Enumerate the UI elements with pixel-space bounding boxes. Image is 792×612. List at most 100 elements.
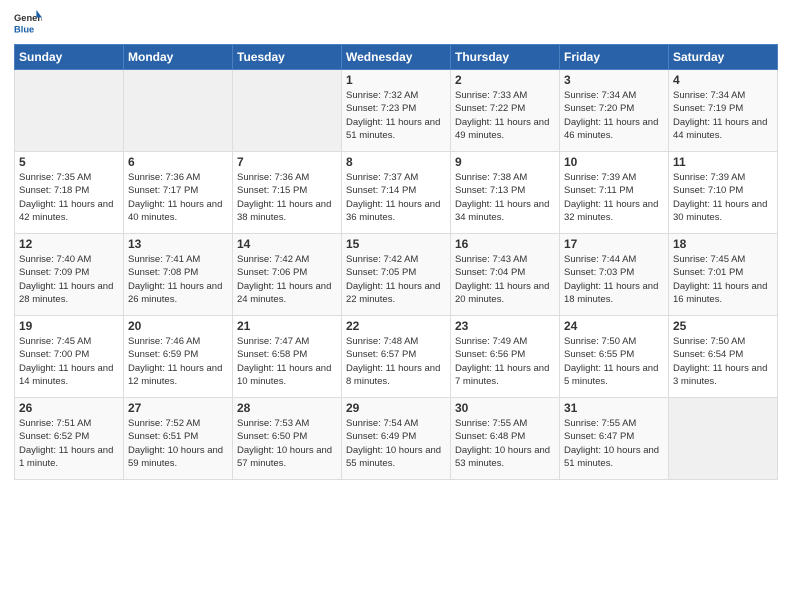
col-header-sunday: Sunday — [15, 45, 124, 70]
calendar-cell: 13 Sunrise: 7:41 AMSunset: 7:08 PMDaylig… — [124, 234, 233, 316]
calendar-cell — [124, 70, 233, 152]
day-info: Sunrise: 7:42 AMSunset: 7:06 PMDaylight:… — [237, 253, 337, 306]
logo: General Blue — [14, 10, 42, 38]
day-number: 18 — [673, 237, 773, 251]
day-info: Sunrise: 7:46 AMSunset: 6:59 PMDaylight:… — [128, 335, 228, 388]
day-info: Sunrise: 7:49 AMSunset: 6:56 PMDaylight:… — [455, 335, 555, 388]
calendar-cell: 1 Sunrise: 7:32 AMSunset: 7:23 PMDayligh… — [342, 70, 451, 152]
calendar-cell: 16 Sunrise: 7:43 AMSunset: 7:04 PMDaylig… — [451, 234, 560, 316]
day-info: Sunrise: 7:34 AMSunset: 7:20 PMDaylight:… — [564, 89, 664, 142]
calendar-cell: 24 Sunrise: 7:50 AMSunset: 6:55 PMDaylig… — [560, 316, 669, 398]
calendar-cell: 27 Sunrise: 7:52 AMSunset: 6:51 PMDaylig… — [124, 398, 233, 480]
calendar-cell: 19 Sunrise: 7:45 AMSunset: 7:00 PMDaylig… — [15, 316, 124, 398]
day-info: Sunrise: 7:50 AMSunset: 6:55 PMDaylight:… — [564, 335, 664, 388]
day-number: 29 — [346, 401, 446, 415]
calendar-cell — [233, 70, 342, 152]
day-number: 21 — [237, 319, 337, 333]
calendar-cell: 9 Sunrise: 7:38 AMSunset: 7:13 PMDayligh… — [451, 152, 560, 234]
calendar-cell: 28 Sunrise: 7:53 AMSunset: 6:50 PMDaylig… — [233, 398, 342, 480]
day-number: 25 — [673, 319, 773, 333]
calendar-cell: 7 Sunrise: 7:36 AMSunset: 7:15 PMDayligh… — [233, 152, 342, 234]
day-number: 28 — [237, 401, 337, 415]
day-info: Sunrise: 7:36 AMSunset: 7:17 PMDaylight:… — [128, 171, 228, 224]
col-header-friday: Friday — [560, 45, 669, 70]
day-number: 11 — [673, 155, 773, 169]
day-info: Sunrise: 7:39 AMSunset: 7:11 PMDaylight:… — [564, 171, 664, 224]
calendar-cell: 10 Sunrise: 7:39 AMSunset: 7:11 PMDaylig… — [560, 152, 669, 234]
day-number: 15 — [346, 237, 446, 251]
day-info: Sunrise: 7:42 AMSunset: 7:05 PMDaylight:… — [346, 253, 446, 306]
logo-icon: General Blue — [14, 10, 42, 38]
calendar-cell: 8 Sunrise: 7:37 AMSunset: 7:14 PMDayligh… — [342, 152, 451, 234]
calendar-cell: 12 Sunrise: 7:40 AMSunset: 7:09 PMDaylig… — [15, 234, 124, 316]
day-info: Sunrise: 7:38 AMSunset: 7:13 PMDaylight:… — [455, 171, 555, 224]
col-header-monday: Monday — [124, 45, 233, 70]
calendar-cell: 2 Sunrise: 7:33 AMSunset: 7:22 PMDayligh… — [451, 70, 560, 152]
day-number: 20 — [128, 319, 228, 333]
day-info: Sunrise: 7:51 AMSunset: 6:52 PMDaylight:… — [19, 417, 119, 470]
day-info: Sunrise: 7:40 AMSunset: 7:09 PMDaylight:… — [19, 253, 119, 306]
day-number: 10 — [564, 155, 664, 169]
calendar-cell: 21 Sunrise: 7:47 AMSunset: 6:58 PMDaylig… — [233, 316, 342, 398]
col-header-wednesday: Wednesday — [342, 45, 451, 70]
calendar-cell: 23 Sunrise: 7:49 AMSunset: 6:56 PMDaylig… — [451, 316, 560, 398]
day-info: Sunrise: 7:55 AMSunset: 6:47 PMDaylight:… — [564, 417, 664, 470]
day-number: 16 — [455, 237, 555, 251]
day-number: 27 — [128, 401, 228, 415]
day-number: 5 — [19, 155, 119, 169]
day-info: Sunrise: 7:39 AMSunset: 7:10 PMDaylight:… — [673, 171, 773, 224]
svg-text:Blue: Blue — [14, 24, 34, 34]
day-info: Sunrise: 7:44 AMSunset: 7:03 PMDaylight:… — [564, 253, 664, 306]
calendar-week-2: 5 Sunrise: 7:35 AMSunset: 7:18 PMDayligh… — [15, 152, 778, 234]
col-header-saturday: Saturday — [669, 45, 778, 70]
day-number: 19 — [19, 319, 119, 333]
day-info: Sunrise: 7:41 AMSunset: 7:08 PMDaylight:… — [128, 253, 228, 306]
calendar-cell: 6 Sunrise: 7:36 AMSunset: 7:17 PMDayligh… — [124, 152, 233, 234]
day-number: 6 — [128, 155, 228, 169]
day-info: Sunrise: 7:45 AMSunset: 7:01 PMDaylight:… — [673, 253, 773, 306]
calendar-cell — [669, 398, 778, 480]
day-info: Sunrise: 7:48 AMSunset: 6:57 PMDaylight:… — [346, 335, 446, 388]
day-number: 9 — [455, 155, 555, 169]
day-number: 14 — [237, 237, 337, 251]
calendar-header-row: SundayMondayTuesdayWednesdayThursdayFrid… — [15, 45, 778, 70]
day-number: 4 — [673, 73, 773, 87]
day-number: 7 — [237, 155, 337, 169]
day-number: 3 — [564, 73, 664, 87]
day-number: 30 — [455, 401, 555, 415]
col-header-tuesday: Tuesday — [233, 45, 342, 70]
calendar-cell: 20 Sunrise: 7:46 AMSunset: 6:59 PMDaylig… — [124, 316, 233, 398]
calendar-cell: 25 Sunrise: 7:50 AMSunset: 6:54 PMDaylig… — [669, 316, 778, 398]
day-number: 22 — [346, 319, 446, 333]
day-number: 2 — [455, 73, 555, 87]
day-info: Sunrise: 7:53 AMSunset: 6:50 PMDaylight:… — [237, 417, 337, 470]
day-number: 8 — [346, 155, 446, 169]
day-info: Sunrise: 7:37 AMSunset: 7:14 PMDaylight:… — [346, 171, 446, 224]
day-number: 17 — [564, 237, 664, 251]
day-info: Sunrise: 7:54 AMSunset: 6:49 PMDaylight:… — [346, 417, 446, 470]
day-number: 13 — [128, 237, 228, 251]
day-info: Sunrise: 7:45 AMSunset: 7:00 PMDaylight:… — [19, 335, 119, 388]
calendar-week-3: 12 Sunrise: 7:40 AMSunset: 7:09 PMDaylig… — [15, 234, 778, 316]
calendar-cell: 31 Sunrise: 7:55 AMSunset: 6:47 PMDaylig… — [560, 398, 669, 480]
day-info: Sunrise: 7:35 AMSunset: 7:18 PMDaylight:… — [19, 171, 119, 224]
page-header: General Blue — [14, 10, 778, 38]
day-info: Sunrise: 7:34 AMSunset: 7:19 PMDaylight:… — [673, 89, 773, 142]
day-info: Sunrise: 7:50 AMSunset: 6:54 PMDaylight:… — [673, 335, 773, 388]
calendar-cell: 17 Sunrise: 7:44 AMSunset: 7:03 PMDaylig… — [560, 234, 669, 316]
day-info: Sunrise: 7:36 AMSunset: 7:15 PMDaylight:… — [237, 171, 337, 224]
day-number: 31 — [564, 401, 664, 415]
calendar-cell: 14 Sunrise: 7:42 AMSunset: 7:06 PMDaylig… — [233, 234, 342, 316]
calendar-table: SundayMondayTuesdayWednesdayThursdayFrid… — [14, 44, 778, 480]
day-info: Sunrise: 7:52 AMSunset: 6:51 PMDaylight:… — [128, 417, 228, 470]
calendar-cell: 5 Sunrise: 7:35 AMSunset: 7:18 PMDayligh… — [15, 152, 124, 234]
calendar-week-5: 26 Sunrise: 7:51 AMSunset: 6:52 PMDaylig… — [15, 398, 778, 480]
calendar-week-4: 19 Sunrise: 7:45 AMSunset: 7:00 PMDaylig… — [15, 316, 778, 398]
calendar-cell: 30 Sunrise: 7:55 AMSunset: 6:48 PMDaylig… — [451, 398, 560, 480]
calendar-cell: 26 Sunrise: 7:51 AMSunset: 6:52 PMDaylig… — [15, 398, 124, 480]
calendar-cell: 22 Sunrise: 7:48 AMSunset: 6:57 PMDaylig… — [342, 316, 451, 398]
calendar-cell: 3 Sunrise: 7:34 AMSunset: 7:20 PMDayligh… — [560, 70, 669, 152]
calendar-cell: 29 Sunrise: 7:54 AMSunset: 6:49 PMDaylig… — [342, 398, 451, 480]
day-number: 23 — [455, 319, 555, 333]
day-info: Sunrise: 7:55 AMSunset: 6:48 PMDaylight:… — [455, 417, 555, 470]
